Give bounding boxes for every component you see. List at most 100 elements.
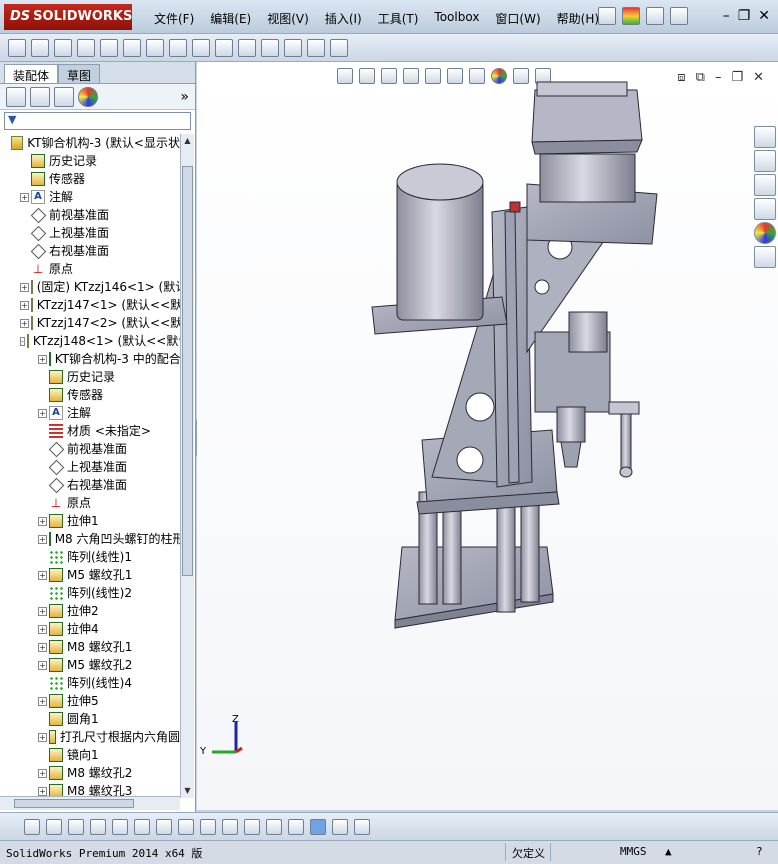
tree-node[interactable]: + 拉伸1 — [0, 512, 180, 530]
configuration-manager-icon[interactable] — [54, 86, 74, 107]
explode-line-sketch-icon[interactable] — [284, 38, 302, 57]
tree-node[interactable]: + M8 螺纹孔1 — [0, 638, 180, 656]
tree-node[interactable]: ⊥ 原点 — [0, 494, 180, 512]
tree-node[interactable]: + KTzzj147<2> (默认<<默认 — [0, 314, 180, 332]
menu-item-2[interactable]: 视图(V) — [259, 8, 317, 28]
menu-item-5[interactable]: Toolbox — [426, 8, 487, 28]
menu-item-0[interactable]: 文件(F) — [146, 8, 202, 28]
tree-node[interactable]: 镜向1 — [0, 746, 180, 764]
menu-item-3[interactable]: 插入(I) — [317, 8, 370, 28]
units-up-icon[interactable]: ▲ — [665, 845, 672, 858]
tree-node[interactable]: 前视基准面 — [0, 440, 180, 458]
bill-of-materials-icon[interactable] — [238, 38, 256, 57]
line-icon[interactable] — [68, 818, 84, 835]
tree-node[interactable]: 右视基准面 — [0, 242, 180, 260]
expand-toggle-icon[interactable]: + — [38, 642, 47, 652]
grid-icon[interactable] — [266, 818, 282, 835]
scroll-down-icon[interactable]: ▼ — [181, 784, 194, 798]
tab-assembly[interactable]: 装配体 — [4, 64, 59, 83]
mate-icon[interactable] — [31, 38, 49, 57]
expand-toggle-icon[interactable]: + — [20, 318, 29, 328]
tree-node[interactable]: + (固定) KTzzj146<1> (默认 — [0, 278, 180, 296]
expand-toggle-icon[interactable]: + — [38, 408, 47, 418]
help-icon[interactable] — [646, 7, 664, 25]
tree-node[interactable]: 历史记录 — [0, 152, 180, 170]
linear-pattern-icon[interactable] — [77, 38, 95, 57]
expand-toggle-icon[interactable]: + — [38, 534, 47, 544]
minimize-icon[interactable]: – — [723, 8, 730, 24]
tree-node[interactable]: + M8 六角凹头螺钉的柱形 — [0, 530, 180, 548]
file-explorer-icon[interactable] — [754, 174, 776, 196]
scroll-thumb[interactable] — [182, 166, 193, 576]
tree-node[interactable]: - KTzzj148<1> (默认<<默认 — [0, 332, 180, 350]
traffic-light-icon[interactable] — [622, 7, 640, 25]
sketch-angle-icon[interactable] — [288, 818, 304, 835]
units-selector[interactable]: MMGS — [620, 845, 647, 858]
help-status-icon[interactable]: ? — [756, 845, 763, 858]
view-palette-icon[interactable] — [754, 198, 776, 220]
expand-chevron-icon[interactable]: » — [180, 89, 189, 105]
graphics-area[interactable]: ⧈ ⧉ – ❐ ✕ — [197, 62, 778, 810]
tree-node[interactable]: 上视基准面 — [0, 224, 180, 242]
interference-detection-icon[interactable] — [307, 38, 325, 57]
center-rectangle-icon[interactable] — [222, 818, 238, 835]
3d-sketch-icon[interactable] — [310, 818, 326, 835]
scroll-up-icon[interactable]: ▲ — [181, 134, 194, 148]
dimension-icon[interactable] — [244, 818, 260, 835]
tree-node[interactable]: + 拉伸5 — [0, 692, 180, 710]
display-manager-icon[interactable] — [78, 86, 98, 107]
insert-component-icon[interactable] — [8, 38, 26, 57]
tree-node[interactable]: KT铆合机构-3 (默认<显示状 — [0, 134, 180, 152]
tree-node[interactable]: + M5 螺纹孔2 — [0, 656, 180, 674]
tree-node[interactable]: + A 注解 — [0, 404, 180, 422]
tree-node[interactable]: 阵列(线性)2 — [0, 584, 180, 602]
tree-node[interactable]: + M5 螺纹孔1 — [0, 566, 180, 584]
spline-icon[interactable] — [156, 818, 172, 835]
appearances-icon[interactable] — [754, 222, 776, 244]
solidworks-logo[interactable]: DS SOLIDWORKS — [4, 4, 132, 30]
tree-node[interactable]: + M8 螺纹孔2 — [0, 764, 180, 782]
expand-toggle-icon[interactable]: + — [38, 786, 47, 796]
custom-properties-icon[interactable] — [754, 246, 776, 268]
expand-toggle-icon[interactable]: + — [20, 282, 29, 292]
tree-node[interactable]: 传感器 — [0, 170, 180, 188]
expand-toggle-icon[interactable]: + — [38, 732, 47, 742]
tree-node[interactable]: 圆角1 — [0, 710, 180, 728]
tree-node[interactable]: + 拉伸4 — [0, 620, 180, 638]
tree-node[interactable]: + A 注解 — [0, 188, 180, 206]
paperclip-icon[interactable] — [54, 38, 72, 57]
expand-toggle-icon[interactable]: + — [38, 768, 47, 778]
menu-item-4[interactable]: 工具(T) — [370, 8, 427, 28]
menu-item-1[interactable]: 编辑(E) — [202, 8, 259, 28]
expand-toggle-icon[interactable]: + — [20, 192, 29, 202]
smart-fasteners-icon[interactable] — [100, 38, 118, 57]
polygon-icon[interactable] — [90, 818, 106, 835]
tree-horizontal-scrollbar[interactable] — [0, 796, 180, 810]
new-motion-study-icon[interactable] — [215, 38, 233, 57]
tree-node[interactable]: 传感器 — [0, 386, 180, 404]
tree-node[interactable]: 材质 <未指定> — [0, 422, 180, 440]
expand-toggle-icon[interactable]: + — [38, 696, 47, 706]
expand-toggle-icon[interactable]: + — [38, 660, 47, 670]
design-library-icon[interactable] — [754, 150, 776, 172]
circle-icon[interactable] — [46, 818, 62, 835]
layout-icon[interactable] — [332, 818, 348, 835]
tree-node[interactable]: 上视基准面 — [0, 458, 180, 476]
assembly-features-icon[interactable] — [169, 38, 187, 57]
exploded-view-icon[interactable] — [261, 38, 279, 57]
hscroll-thumb[interactable] — [14, 799, 134, 808]
tree-vertical-scrollbar[interactable]: ▲ ▼ — [180, 134, 194, 798]
new-document-icon[interactable] — [598, 7, 616, 25]
expand-toggle-icon[interactable]: + — [20, 300, 29, 310]
tree-node[interactable]: + KTzzj147<1> (默认<<默认 — [0, 296, 180, 314]
tree-node[interactable]: + 打孔尺寸根据内六角圆 — [0, 728, 180, 746]
options-icon[interactable] — [670, 7, 688, 25]
tree-node[interactable]: 前视基准面 — [0, 206, 180, 224]
expand-toggle-icon[interactable]: + — [38, 606, 47, 616]
tree-node[interactable]: 右视基准面 — [0, 476, 180, 494]
home-icon[interactable] — [754, 126, 776, 148]
tab-sketch[interactable]: 草图 — [58, 64, 101, 83]
feature-manager-icon[interactable] — [6, 86, 26, 107]
expand-toggle-icon[interactable]: - — [20, 336, 25, 346]
property-manager-icon[interactable] — [30, 86, 50, 107]
